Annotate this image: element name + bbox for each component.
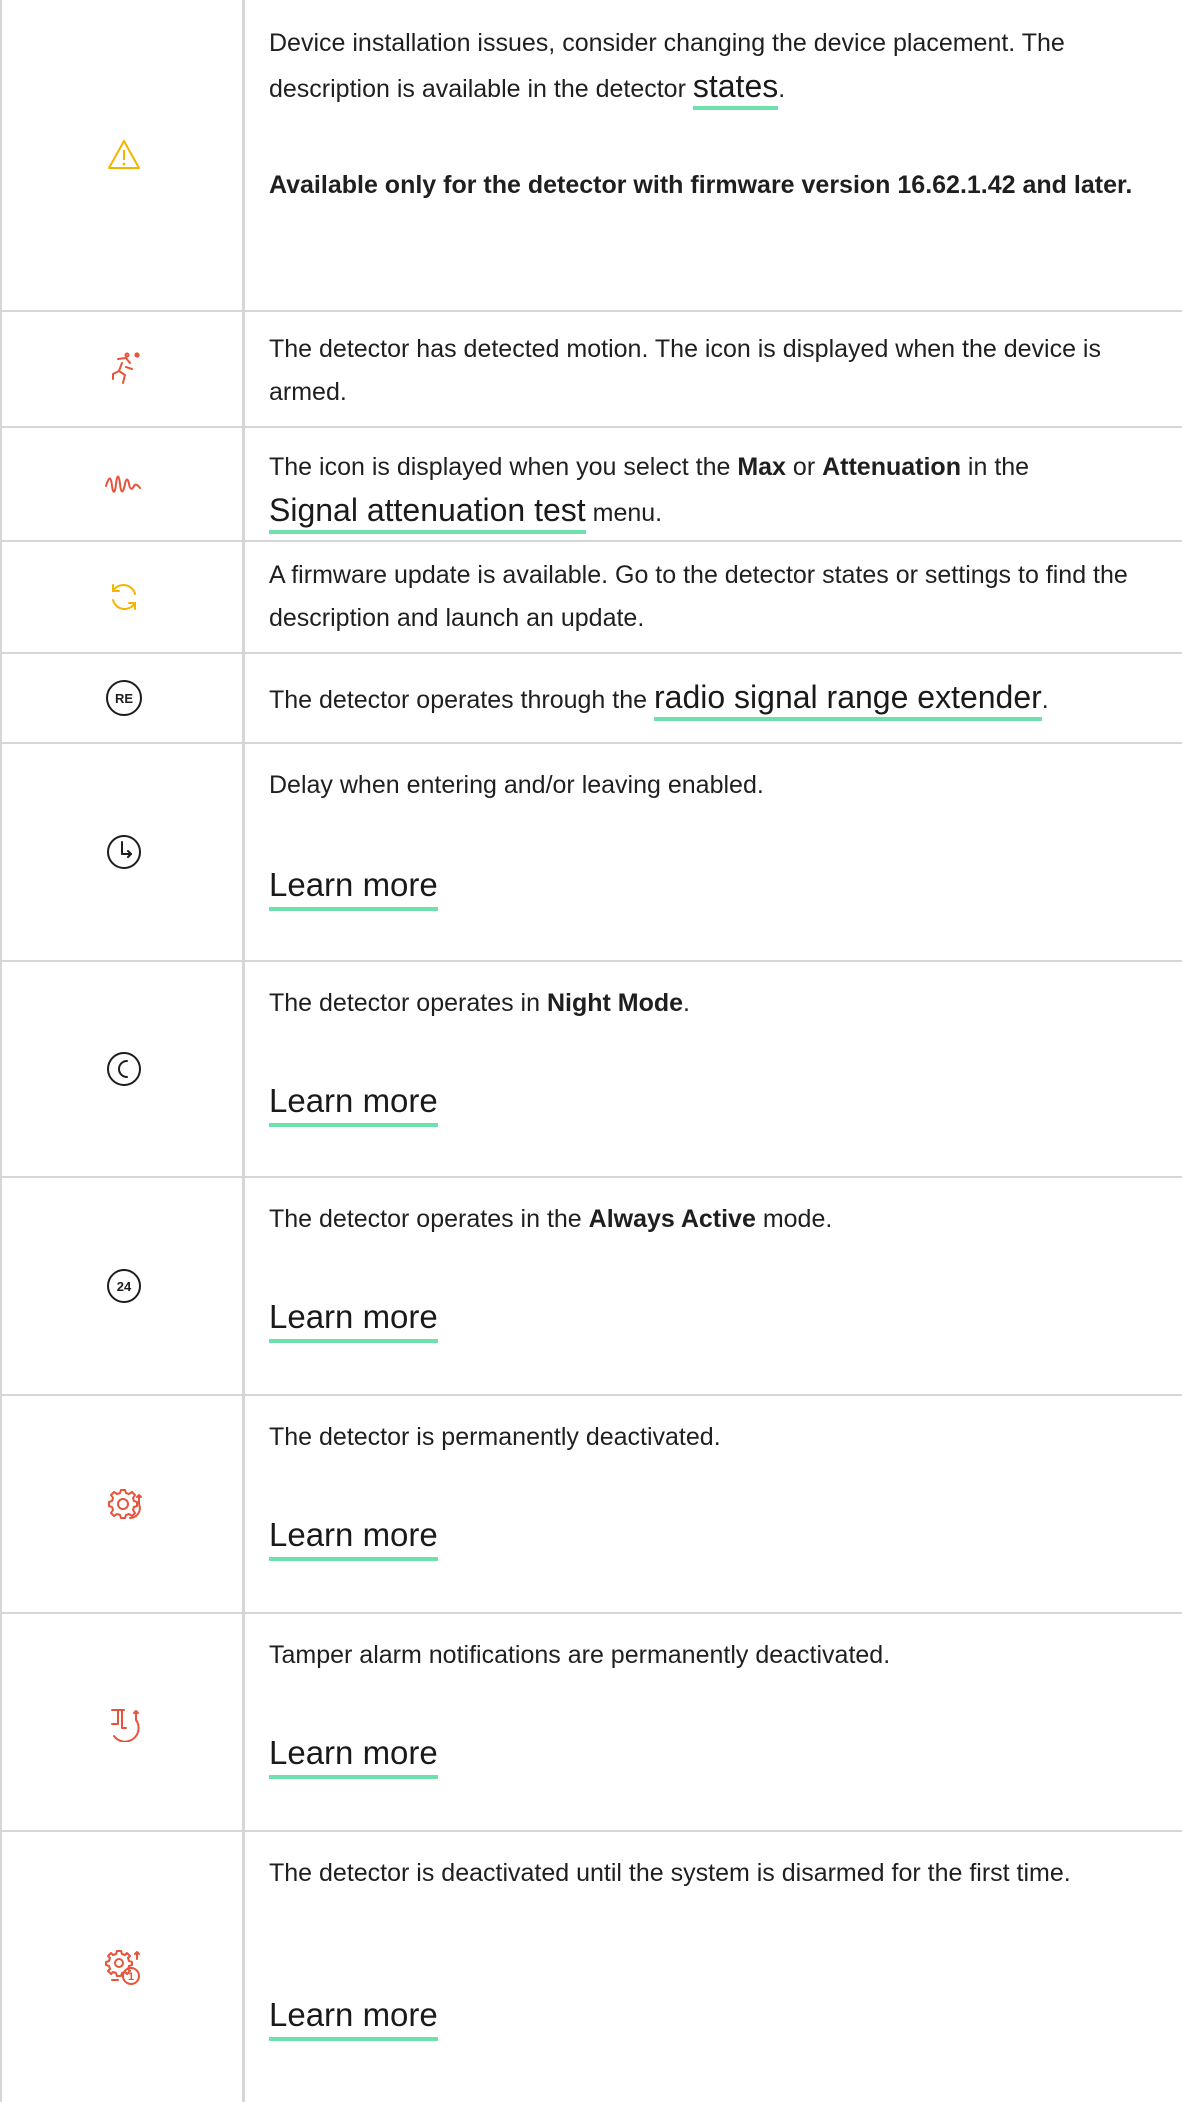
icon-cell [0,428,245,540]
table-row: The detector has detected motion. The ic… [0,312,1182,428]
icon-cell [0,312,245,426]
text-part: The detector operates through the [269,686,654,714]
row-text: The detector operates through the radio … [269,676,1172,722]
deactivated-until-disarm-icon: 1 [104,1947,144,1987]
table-row: Delay when entering and/or leaving enabl… [0,744,1182,962]
text-part: The icon is displayed when you select th… [269,453,738,481]
text-part: menu. [585,499,663,527]
table-row: A firmware update is available. Go to th… [0,542,1182,654]
bold-always-active: Always Active [588,1205,756,1233]
re-label: RE [115,691,133,706]
motion-detected-icon [104,349,144,389]
delay-clock-icon [104,832,144,872]
table-row: Device installation issues, consider cha… [0,0,1182,312]
text-part: . [683,989,690,1017]
text-part: mode. [755,1205,833,1233]
table-row: RE The detector operates through the rad… [0,654,1182,744]
firmware-note: Available only for the detector with fir… [269,171,1133,199]
text-part: . [1041,686,1049,714]
description-cell: The detector is deactivated until the sy… [245,1832,1182,2102]
table-row: 1 The detector is deactivated until the … [0,1832,1182,2102]
table-row: Tamper alarm notifications are permanent… [0,1614,1182,1832]
text-part: The detector operates in [269,989,547,1017]
counter-label: 1 [128,1971,134,1983]
firmware-update-icon [104,577,144,617]
warning-triangle-icon [104,135,144,175]
text-part: . [778,75,786,103]
tamper-deactivated-icon [104,1702,144,1742]
icon-cell [0,744,245,960]
learn-more-link[interactable]: Learn more [269,1996,438,2041]
description-cell: The detector has detected motion. The ic… [245,312,1182,426]
row-text: A firmware update is available. Go to th… [269,561,1128,632]
row-text: The detector is permanently deactivated. [269,1423,721,1451]
row-text: Device installation issues, consider cha… [269,22,1172,111]
icon-cell: 24 [0,1178,245,1394]
icon-cell [0,1396,245,1612]
row-text: The detector is deactivated until the sy… [269,1859,1071,1887]
table-row: The icon is displayed when you select th… [0,428,1182,542]
icons-table: Device installation issues, consider cha… [0,0,1182,2102]
description-cell: The icon is displayed when you select th… [245,428,1182,540]
description-cell: Tamper alarm notifications are permanent… [245,1614,1182,1830]
permanently-deactivated-icon [104,1484,144,1524]
description-cell: A firmware update is available. Go to th… [245,542,1182,652]
row-text: Delay when entering and/or leaving enabl… [269,771,764,799]
icon-cell [0,542,245,652]
icon-cell [0,962,245,1176]
icon-cell [0,0,245,310]
bold-max: Max [737,453,786,481]
learn-more-link[interactable]: Learn more [269,1298,438,1343]
row-text: The detector operates in Night Mode. [269,982,1172,1025]
learn-more-link[interactable]: Learn more [269,1734,438,1779]
icon-cell: RE [0,654,245,742]
learn-more-link[interactable]: Learn more [269,1516,438,1561]
bold-attenuation: Attenuation [822,453,961,481]
signal-attenuation-test-link[interactable]: Signal attenuation test [269,492,586,534]
night-mode-icon [104,1049,144,1089]
description-cell: The detector operates in Night Mode. Lea… [245,962,1182,1176]
table-row: The detector is permanently deactivated.… [0,1396,1182,1614]
table-row: The detector operates in Night Mode. Lea… [0,962,1182,1178]
range-extender-icon: RE [104,678,144,718]
row-text: The detector operates in the Always Acti… [269,1198,1172,1241]
text-part: in the [960,453,1030,481]
always-active-icon: 24 [104,1266,144,1306]
description-cell: Delay when entering and/or leaving enabl… [245,744,1182,960]
description-cell: The detector is permanently deactivated.… [245,1396,1182,1612]
text-part: Device installation issues, consider cha… [269,29,1065,103]
text-part: The detector operates in the [269,1205,589,1233]
icon-cell [0,1614,245,1830]
range-extender-link[interactable]: radio signal range extender [653,679,1042,721]
row-text: Tamper alarm notifications are permanent… [269,1641,891,1669]
bold-night-mode: Night Mode [546,989,684,1017]
row-text: The icon is displayed when you select th… [269,446,1172,535]
description-cell: Device installation issues, consider cha… [245,0,1182,310]
always-active-label: 24 [117,1279,132,1294]
learn-more-link[interactable]: Learn more [269,866,438,911]
description-cell: The detector operates in the Always Acti… [245,1178,1182,1394]
text-part: or [785,453,823,481]
description-cell: The detector operates through the radio … [245,654,1182,742]
table-row: 24 The detector operates in the Always A… [0,1178,1182,1396]
states-link[interactable]: states [692,68,779,110]
icon-cell: 1 [0,1832,245,2102]
learn-more-link[interactable]: Learn more [269,1082,438,1127]
row-text: The detector has detected motion. The ic… [269,335,1101,406]
signal-wave-icon [104,464,144,504]
